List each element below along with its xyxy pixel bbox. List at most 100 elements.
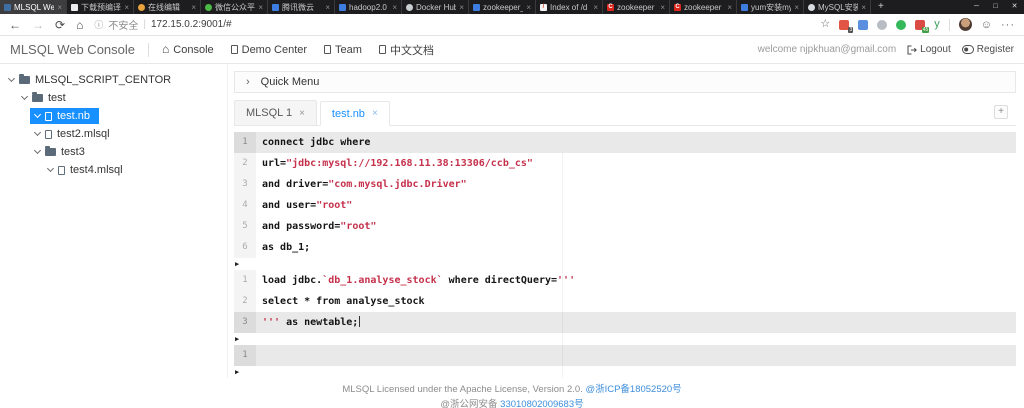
caret-down-icon[interactable] (46, 164, 55, 173)
browser-tab[interactable]: hadoop2.0 × (335, 0, 402, 14)
add-tab-button[interactable]: + (994, 105, 1008, 119)
string-token: "jdbc:mysql://192.168.11.38:13306/ccb_cs… (286, 158, 533, 169)
tab-close-icon[interactable]: × (325, 3, 330, 12)
back-button[interactable]: ← (9, 19, 21, 31)
page-icon (324, 45, 332, 54)
tab-close-icon[interactable]: × (526, 3, 531, 12)
home-button[interactable]: ⌂ (76, 19, 83, 31)
new-tab-button[interactable]: + (871, 0, 891, 14)
code-line[interactable]: select * from analyse_stock (256, 291, 1016, 312)
address-bar[interactable]: ⓘ 不安全 | 172.15.0.2:9001/# (94, 17, 231, 32)
tree-node-label: test3 (61, 146, 85, 158)
caret-down-icon[interactable] (7, 74, 16, 83)
run-cell-play-icon[interactable]: ▶ (235, 260, 239, 268)
code-line[interactable]: and password="root" (256, 216, 1016, 237)
logout-button[interactable]: Logout (907, 44, 951, 55)
quick-menu-header[interactable]: › Quick Menu (234, 71, 1016, 93)
browser-tab[interactable]: / Index of /d × (536, 0, 603, 14)
tab-close-icon[interactable]: × (794, 3, 799, 12)
run-cell-play-icon[interactable]: ▶ (235, 368, 239, 376)
run-cell-play-icon[interactable]: ▶ (235, 335, 239, 343)
tab-favicon-icon: C (674, 3, 681, 11)
browser-tab[interactable]: 腾讯微云 × (268, 0, 335, 14)
tree-node-test2-mlsql[interactable]: test2.mlsql (0, 125, 227, 143)
nav-item-console[interactable]: ⌂ Console (162, 43, 214, 56)
tab-close-icon[interactable]: × (57, 3, 62, 12)
tab-close-icon[interactable]: × (861, 3, 866, 12)
caret-down-icon[interactable] (20, 92, 29, 101)
profile-avatar[interactable] (958, 18, 972, 31)
code-line[interactable] (256, 345, 1016, 366)
folder-icon (19, 74, 30, 84)
tree-node-test3[interactable]: test3 (0, 143, 227, 161)
more-menu-icon[interactable]: ··· (1001, 19, 1015, 31)
browser-tab[interactable]: zookeeper_ × (469, 0, 536, 14)
browser-tab[interactable]: MySQL安装 × (804, 0, 871, 14)
favorites-star-icon[interactable]: ☆ (820, 19, 830, 30)
browser-tab-list: MLSQL Web×下载预编译×在线编辑×微信公众平×腾讯微云×hadoop2.… (0, 0, 871, 14)
code-line[interactable]: connect jdbc where (256, 132, 1016, 153)
code-line[interactable]: url="jdbc:mysql://192.168.11.38:13306/cc… (256, 153, 1016, 174)
minimize-button[interactable]: ─ (967, 0, 986, 14)
gray-extension-icon[interactable] (877, 19, 888, 30)
code-line[interactable]: ''' as newtable; (256, 312, 1016, 333)
page-url: 172.15.0.2:9001/# (150, 19, 232, 30)
string-token: "root" (316, 200, 353, 211)
browser-tab[interactable]: MLSQL Web× (0, 0, 67, 14)
code-line[interactable]: and driver="com.mysql.jdbc.Driver" (256, 174, 1016, 195)
register-button[interactable]: Register (961, 44, 1014, 55)
code-line[interactable]: as db_1; (256, 237, 1016, 258)
tab-close-icon[interactable]: × (392, 3, 397, 12)
browser-tab[interactable]: 下载预编译 × (67, 0, 134, 14)
caret-down-icon[interactable] (33, 146, 42, 155)
red-extension-icon[interactable]: 3 (839, 19, 854, 33)
forward-button[interactable]: → (32, 19, 44, 31)
line-number: 1 (234, 132, 256, 153)
browser-tab[interactable]: Czookeeper × (603, 0, 670, 14)
tab-close-icon[interactable]: × (299, 108, 305, 119)
code-editor[interactable]: 1 connect jdbc where 2 url="jdbc:mysql://19… (234, 132, 1016, 378)
nav-item-label: Demo Center (241, 43, 308, 56)
tab-close-icon[interactable]: × (191, 3, 196, 12)
tree-node-mlsql_script_centor[interactable]: MLSQL_SCRIPT_CENTOR (0, 71, 227, 89)
logout-icon (907, 45, 918, 54)
editor-tab-mlsql-1[interactable]: MLSQL 1 × (234, 100, 317, 125)
tab-close-icon[interactable]: × (459, 3, 464, 12)
feedback-smiley-icon[interactable]: ☺ (981, 19, 992, 31)
nav-item-team[interactable]: Team (324, 44, 362, 56)
caret-down-icon[interactable] (33, 128, 42, 137)
tab-close-icon[interactable]: × (124, 3, 129, 12)
tab-close-icon[interactable]: × (593, 3, 598, 12)
browser-tab[interactable]: Czookeeper × (670, 0, 737, 14)
tree-node-body: test (17, 90, 75, 106)
code-cell: 1 load jdbc.`db_1.analyse_stock` where di… (234, 270, 1016, 333)
browser-tab[interactable]: Docker Hub × (402, 0, 469, 14)
browser-tab[interactable]: 微信公众平 × (201, 0, 268, 14)
y-extension-icon[interactable]: y (934, 19, 940, 30)
browser-tab[interactable]: 在线编辑 × (134, 0, 201, 14)
footer-icp-link[interactable]: @浙ICP备18052520号 (585, 384, 681, 395)
maximize-button[interactable]: □ (986, 0, 1005, 14)
nav-item-中文文档[interactable]: 中文文档 (378, 42, 434, 58)
tab-close-icon[interactable]: × (372, 108, 378, 119)
blue-extension-icon[interactable] (858, 19, 869, 30)
code-line[interactable]: and user="root" (256, 195, 1016, 216)
caret-down-icon[interactable] (33, 110, 42, 119)
tree-node-test4-mlsql[interactable]: test4.mlsql (0, 161, 227, 179)
tree-node-test-nb[interactable]: test.nb (0, 107, 227, 125)
browser-tab[interactable]: yum安装my × (737, 0, 804, 14)
editor-tab-test-nb[interactable]: test.nb × (319, 101, 390, 126)
red45-extension-icon[interactable]: 45 (915, 19, 930, 33)
tab-close-icon[interactable]: × (727, 3, 732, 12)
nav-item-demo-center[interactable]: Demo Center (230, 43, 308, 56)
code-line[interactable]: load jdbc.`db_1.analyse_stock` where dir… (256, 270, 1016, 291)
close-button[interactable]: ✕ (1005, 0, 1024, 14)
evernote-extension-icon[interactable] (896, 19, 907, 30)
run-row: ▶ (234, 333, 1016, 345)
footer-police-link[interactable]: 33010802009683号 (500, 399, 583, 408)
tree-node-test[interactable]: test (0, 89, 227, 107)
tab-close-icon[interactable]: × (258, 3, 263, 12)
tab-close-icon[interactable]: × (660, 3, 665, 12)
tree-node-label: MLSQL_SCRIPT_CENTOR (35, 74, 172, 86)
refresh-button[interactable]: ⟳ (55, 19, 65, 31)
